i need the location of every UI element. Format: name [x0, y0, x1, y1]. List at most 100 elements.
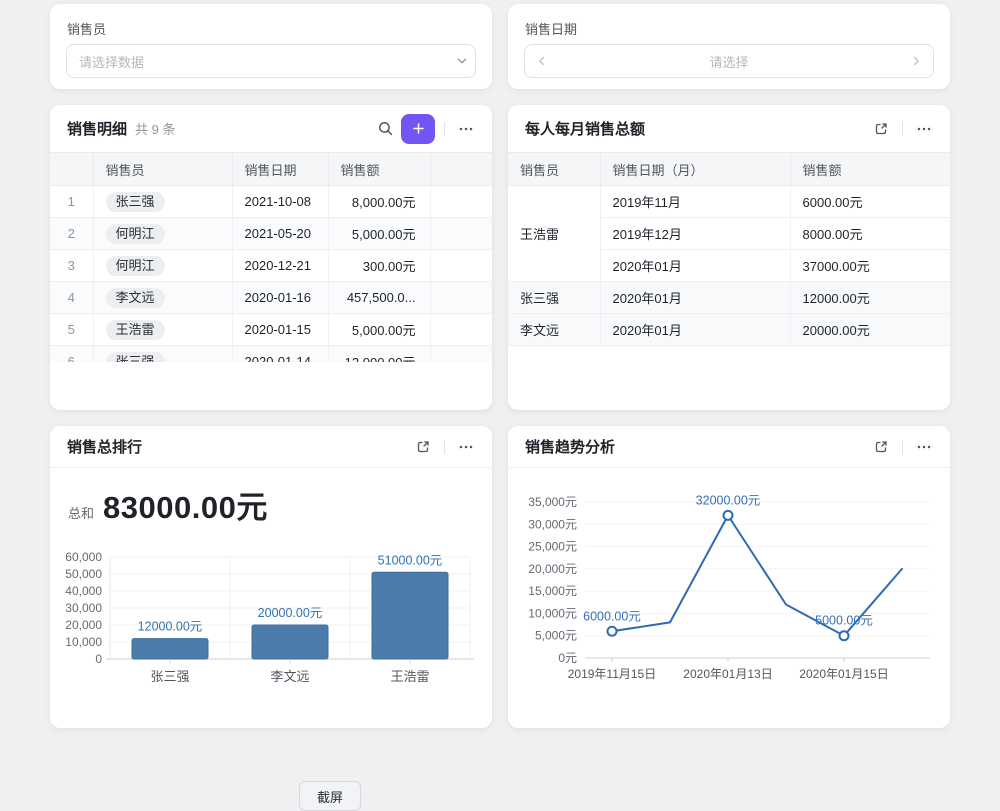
amount-cell: 6000.00元 [790, 186, 950, 218]
row-index: 6 [50, 346, 93, 363]
sales-detail-title: 销售明细 [67, 118, 127, 139]
x-tick-label: 2020年01月15日 [799, 667, 888, 681]
x-tick-label: 2020年01月13日 [683, 667, 772, 681]
column-header: 销售额 [328, 153, 430, 186]
sales-detail-table-viewport[interactable]: 销售员销售日期销售额 1张三强2021-10-088,000.00元2何明江20… [50, 152, 492, 362]
x-category-label: 李文远 [270, 669, 309, 684]
empty-cell [430, 218, 492, 250]
column-header: 销售额 [790, 153, 950, 186]
bar-value-label: 20000.00元 [258, 606, 323, 620]
more-icon[interactable] [452, 115, 480, 143]
x-category-label: 王浩雷 [390, 669, 429, 684]
salesperson-cell: 何明江 [93, 218, 232, 250]
y-tick-label: 15,000元 [528, 584, 577, 598]
expand-icon[interactable] [867, 115, 895, 143]
bar-value-label: 51000.00元 [378, 553, 443, 567]
sales-date-cell: 2020-01-15 [232, 314, 328, 346]
detail-table-row[interactable]: 2何明江2021-05-205,000.00元 [50, 218, 492, 250]
chevron-left-icon[interactable] [529, 48, 555, 74]
chevron-down-icon [449, 48, 475, 74]
y-tick-label: 10,000元 [528, 606, 577, 620]
sales-date-cell: 2020-01-14 [232, 346, 328, 363]
sales-date-placeholder: 请选择 [555, 52, 903, 71]
sales-rank-header: 销售总排行 [50, 426, 492, 468]
month-cell: 2019年11月 [600, 186, 790, 218]
y-tick-label: 30,000元 [528, 517, 577, 531]
salesperson-select[interactable]: 请选择数据 [66, 44, 476, 78]
y-tick-label: 0元 [558, 651, 577, 665]
sales-date-cell: 2021-10-08 [232, 186, 328, 218]
more-icon[interactable] [910, 433, 938, 461]
sales-detail-count: 共 9 条 [135, 119, 175, 138]
y-tick-label: 20,000元 [528, 562, 577, 576]
column-header: 销售日期 [232, 153, 328, 186]
pivot-table-header-row: 销售员销售日期（月）销售额 [508, 153, 950, 186]
bar[interactable] [252, 625, 328, 659]
y-tick-label: 60,000 [65, 550, 102, 564]
salesperson-tag: 何明江 [106, 224, 165, 244]
row-index: 5 [50, 314, 93, 346]
more-icon[interactable] [910, 115, 938, 143]
divider [444, 122, 445, 136]
sales-date-cell: 2020-01-16 [232, 282, 328, 314]
bar[interactable] [372, 572, 448, 659]
data-point-marker[interactable] [608, 627, 617, 636]
screenshot-button[interactable]: 截屏 [299, 781, 361, 811]
expand-icon[interactable] [867, 433, 895, 461]
row-index: 1 [50, 186, 93, 218]
salesperson-group-cell: 李文远 [508, 314, 600, 346]
sales-rank-card: 销售总排行 总和 83000.00元 60,00050,00040,00030,… [50, 426, 492, 728]
y-tick-label: 5,000元 [535, 629, 577, 643]
data-point-marker[interactable] [724, 511, 733, 520]
column-header-empty [430, 153, 492, 186]
y-tick-label: 30,000 [65, 601, 102, 615]
monthly-summary-card: 每人每月销售总额 销售员销售日期（月）销售额 王浩雷2019年11月6000.0… [508, 105, 950, 410]
filter-label-sales-date: 销售日期 [525, 19, 577, 38]
add-record-button[interactable] [401, 114, 435, 144]
empty-cell [430, 314, 492, 346]
detail-table-row[interactable]: 6张三强2020-01-1412,000.00元 [50, 346, 492, 363]
total-stat: 总和 83000.00元 [50, 468, 492, 527]
salesperson-cell: 李文远 [93, 282, 232, 314]
pivot-table-row[interactable]: 张三强2020年01月12000.00元 [508, 282, 950, 314]
divider [444, 440, 445, 454]
filter-card-sales-date: 销售日期 请选择 [508, 4, 950, 89]
sales-trend-title: 销售趋势分析 [525, 436, 615, 457]
detail-table-row[interactable]: 4李文远2020-01-16457,500.0... [50, 282, 492, 314]
filter-card-salesperson: 销售员 请选择数据 [50, 4, 492, 89]
month-cell: 2020年01月 [600, 314, 790, 346]
amount-cell: 300.00元 [328, 250, 430, 282]
row-index: 2 [50, 218, 93, 250]
sales-trend-header: 销售趋势分析 [508, 426, 950, 468]
pivot-table-row[interactable]: 王浩雷2019年11月6000.00元 [508, 186, 950, 218]
detail-table-row[interactable]: 5王浩雷2020-01-155,000.00元 [50, 314, 492, 346]
search-icon[interactable] [371, 115, 399, 143]
point-value-label: 32000.00元 [696, 493, 761, 507]
sales-date-picker[interactable]: 请选择 [524, 44, 934, 78]
amount-cell: 37000.00元 [790, 250, 950, 282]
empty-cell [430, 186, 492, 218]
y-tick-label: 20,000 [65, 618, 102, 632]
total-stat-value: 83000.00元 [103, 482, 268, 527]
amount-cell: 8000.00元 [790, 218, 950, 250]
data-point-marker[interactable] [840, 631, 849, 640]
empty-cell [430, 250, 492, 282]
amount-cell: 457,500.0... [328, 282, 430, 314]
y-tick-label: 10,000 [65, 635, 102, 649]
y-tick-label: 0 [95, 652, 102, 666]
point-value-label: 5000.00元 [815, 614, 873, 628]
more-icon[interactable] [452, 433, 480, 461]
detail-table-row[interactable]: 3何明江2020-12-21300.00元 [50, 250, 492, 282]
y-tick-label: 35,000元 [528, 495, 577, 509]
expand-icon[interactable] [409, 433, 437, 461]
monthly-summary-table-viewport: 销售员销售日期（月）销售额 王浩雷2019年11月6000.00元2019年12… [508, 152, 950, 346]
salesperson-select-placeholder: 请选择数据 [79, 52, 449, 71]
bar[interactable] [132, 639, 208, 659]
pivot-table-row[interactable]: 李文远2020年01月20000.00元 [508, 314, 950, 346]
salesperson-group-cell: 张三强 [508, 282, 600, 314]
amount-cell: 5,000.00元 [328, 218, 430, 250]
chevron-right-icon[interactable] [903, 48, 929, 74]
point-value-label: 6000.00元 [583, 609, 641, 623]
detail-table-row[interactable]: 1张三强2021-10-088,000.00元 [50, 186, 492, 218]
column-header-empty [50, 153, 93, 186]
